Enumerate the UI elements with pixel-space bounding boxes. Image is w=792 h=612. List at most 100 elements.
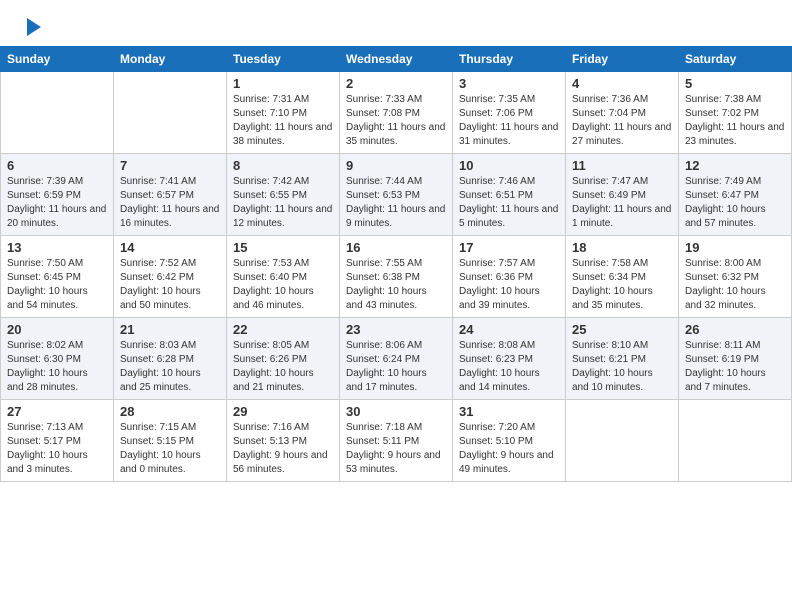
day-info: Sunrise: 8:10 AM Sunset: 6:21 PM Dayligh… bbox=[572, 339, 672, 395]
day-number: 15 bbox=[233, 240, 333, 255]
day-info: Sunrise: 8:06 AM Sunset: 6:24 PM Dayligh… bbox=[346, 339, 446, 395]
day-info: Sunrise: 7:42 AM Sunset: 6:55 PM Dayligh… bbox=[233, 175, 333, 231]
day-number: 5 bbox=[685, 76, 785, 91]
day-info: Sunrise: 7:38 AM Sunset: 7:02 PM Dayligh… bbox=[685, 93, 785, 149]
calendar-cell: 15 Sunrise: 7:53 AM Sunset: 6:40 PM Dayli… bbox=[227, 236, 340, 318]
day-info: Sunrise: 7:58 AM Sunset: 6:34 PM Dayligh… bbox=[572, 257, 672, 313]
day-info: Sunrise: 7:16 AM Sunset: 5:13 PM Dayligh… bbox=[233, 421, 333, 477]
day-info: Sunrise: 7:49 AM Sunset: 6:47 PM Dayligh… bbox=[685, 175, 785, 231]
calendar-cell: 5 Sunrise: 7:38 AM Sunset: 7:02 PM Daylig… bbox=[679, 72, 792, 154]
day-info: Sunrise: 7:50 AM Sunset: 6:45 PM Dayligh… bbox=[7, 257, 107, 313]
calendar-week-row: 20Sunrise: 8:02 AM Sunset: 6:30 PM Dayli… bbox=[1, 318, 792, 400]
day-info: Sunrise: 7:35 AM Sunset: 7:06 PM Dayligh… bbox=[459, 93, 559, 149]
calendar-cell: 30Sunrise: 7:18 AM Sunset: 5:11 PM Dayli… bbox=[340, 400, 453, 482]
calendar-cell: 6Sunrise: 7:39 AM Sunset: 6:59 PM Daylig… bbox=[1, 154, 114, 236]
day-number: 24 bbox=[459, 322, 559, 337]
calendar-cell: 1 Sunrise: 7:31 AM Sunset: 7:10 PM Daylig… bbox=[227, 72, 340, 154]
calendar-week-row: 1 Sunrise: 7:31 AM Sunset: 7:10 PM Daylig… bbox=[1, 72, 792, 154]
calendar-cell bbox=[1, 72, 114, 154]
day-info: Sunrise: 7:36 AM Sunset: 7:04 PM Dayligh… bbox=[572, 93, 672, 149]
page: SundayMondayTuesdayWednesdayThursdayFrid… bbox=[0, 0, 792, 612]
day-info: Sunrise: 8:00 AM Sunset: 6:32 PM Dayligh… bbox=[685, 257, 785, 313]
weekday-header: Saturday bbox=[679, 47, 792, 72]
day-number: 22 bbox=[233, 322, 333, 337]
calendar-cell: 27Sunrise: 7:13 AM Sunset: 5:17 PM Dayli… bbox=[1, 400, 114, 482]
calendar-week-row: 6Sunrise: 7:39 AM Sunset: 6:59 PM Daylig… bbox=[1, 154, 792, 236]
day-number: 2 bbox=[346, 76, 446, 91]
calendar-cell: 11Sunrise: 7:47 AM Sunset: 6:49 PM Dayli… bbox=[566, 154, 679, 236]
day-number: 9 bbox=[346, 158, 446, 173]
calendar-cell: 10 Sunrise: 7:46 AM Sunset: 6:51 PM Dayli… bbox=[453, 154, 566, 236]
day-number: 1 bbox=[233, 76, 333, 91]
day-info: Sunrise: 7:13 AM Sunset: 5:17 PM Dayligh… bbox=[7, 421, 107, 477]
day-number: 4 bbox=[572, 76, 672, 91]
calendar-cell: 7 Sunrise: 7:41 AM Sunset: 6:57 PM Daylig… bbox=[114, 154, 227, 236]
calendar-cell: 20Sunrise: 8:02 AM Sunset: 6:30 PM Dayli… bbox=[1, 318, 114, 400]
day-number: 26 bbox=[685, 322, 785, 337]
day-info: Sunrise: 7:41 AM Sunset: 6:57 PM Dayligh… bbox=[120, 175, 220, 231]
calendar-cell: 21 Sunrise: 8:03 AM Sunset: 6:28 PM Dayli… bbox=[114, 318, 227, 400]
day-number: 29 bbox=[233, 404, 333, 419]
logo-arrow-icon bbox=[23, 16, 45, 38]
calendar-cell: 14 Sunrise: 7:52 AM Sunset: 6:42 PM Dayli… bbox=[114, 236, 227, 318]
day-number: 30 bbox=[346, 404, 446, 419]
calendar-cell: 2 Sunrise: 7:33 AM Sunset: 7:08 PM Daylig… bbox=[340, 72, 453, 154]
header bbox=[0, 0, 792, 46]
day-number: 10 bbox=[459, 158, 559, 173]
day-info: Sunrise: 7:46 AM Sunset: 6:51 PM Dayligh… bbox=[459, 175, 559, 231]
day-info: Sunrise: 7:57 AM Sunset: 6:36 PM Dayligh… bbox=[459, 257, 559, 313]
day-number: 31 bbox=[459, 404, 559, 419]
calendar-cell bbox=[114, 72, 227, 154]
day-info: Sunrise: 7:44 AM Sunset: 6:53 PM Dayligh… bbox=[346, 175, 446, 231]
calendar-cell: 3 Sunrise: 7:35 AM Sunset: 7:06 PM Daylig… bbox=[453, 72, 566, 154]
day-number: 23 bbox=[346, 322, 446, 337]
calendar-cell: 18 Sunrise: 7:58 AM Sunset: 6:34 PM Dayli… bbox=[566, 236, 679, 318]
day-number: 7 bbox=[120, 158, 220, 173]
day-info: Sunrise: 7:52 AM Sunset: 6:42 PM Dayligh… bbox=[120, 257, 220, 313]
day-number: 3 bbox=[459, 76, 559, 91]
day-info: Sunrise: 7:47 AM Sunset: 6:49 PM Dayligh… bbox=[572, 175, 672, 231]
weekday-header: Monday bbox=[114, 47, 227, 72]
day-number: 8 bbox=[233, 158, 333, 173]
calendar-cell: 22Sunrise: 8:05 AM Sunset: 6:26 PM Dayli… bbox=[227, 318, 340, 400]
day-info: Sunrise: 7:33 AM Sunset: 7:08 PM Dayligh… bbox=[346, 93, 446, 149]
calendar-cell bbox=[679, 400, 792, 482]
day-info: Sunrise: 7:20 AM Sunset: 5:10 PM Dayligh… bbox=[459, 421, 559, 477]
calendar-cell: 17 Sunrise: 7:57 AM Sunset: 6:36 PM Dayli… bbox=[453, 236, 566, 318]
calendar-cell: 12 Sunrise: 7:49 AM Sunset: 6:47 PM Dayli… bbox=[679, 154, 792, 236]
calendar-cell: 9 Sunrise: 7:44 AM Sunset: 6:53 PM Daylig… bbox=[340, 154, 453, 236]
day-number: 28 bbox=[120, 404, 220, 419]
calendar-cell: 29 Sunrise: 7:16 AM Sunset: 5:13 PM Dayli… bbox=[227, 400, 340, 482]
logo bbox=[20, 16, 45, 38]
calendar-cell: 23 Sunrise: 8:06 AM Sunset: 6:24 PM Dayli… bbox=[340, 318, 453, 400]
day-info: Sunrise: 8:02 AM Sunset: 6:30 PM Dayligh… bbox=[7, 339, 107, 395]
weekday-header: Tuesday bbox=[227, 47, 340, 72]
day-number: 21 bbox=[120, 322, 220, 337]
calendar-header-row: SundayMondayTuesdayWednesdayThursdayFrid… bbox=[1, 47, 792, 72]
calendar-cell: 26Sunrise: 8:11 AM Sunset: 6:19 PM Dayli… bbox=[679, 318, 792, 400]
calendar-cell: 28 Sunrise: 7:15 AM Sunset: 5:15 PM Dayli… bbox=[114, 400, 227, 482]
day-number: 18 bbox=[572, 240, 672, 255]
calendar-cell: 24 Sunrise: 8:08 AM Sunset: 6:23 PM Dayli… bbox=[453, 318, 566, 400]
weekday-header: Thursday bbox=[453, 47, 566, 72]
day-number: 17 bbox=[459, 240, 559, 255]
day-info: Sunrise: 7:55 AM Sunset: 6:38 PM Dayligh… bbox=[346, 257, 446, 313]
calendar-cell: 25 Sunrise: 8:10 AM Sunset: 6:21 PM Dayli… bbox=[566, 318, 679, 400]
calendar-cell: 19Sunrise: 8:00 AM Sunset: 6:32 PM Dayli… bbox=[679, 236, 792, 318]
day-number: 25 bbox=[572, 322, 672, 337]
day-info: Sunrise: 7:15 AM Sunset: 5:15 PM Dayligh… bbox=[120, 421, 220, 477]
calendar-week-row: 13Sunrise: 7:50 AM Sunset: 6:45 PM Dayli… bbox=[1, 236, 792, 318]
calendar-cell: 31 Sunrise: 7:20 AM Sunset: 5:10 PM Dayli… bbox=[453, 400, 566, 482]
day-info: Sunrise: 8:03 AM Sunset: 6:28 PM Dayligh… bbox=[120, 339, 220, 395]
calendar-cell: 4 Sunrise: 7:36 AM Sunset: 7:04 PM Daylig… bbox=[566, 72, 679, 154]
day-number: 12 bbox=[685, 158, 785, 173]
weekday-header: Wednesday bbox=[340, 47, 453, 72]
weekday-header: Sunday bbox=[1, 47, 114, 72]
day-info: Sunrise: 7:31 AM Sunset: 7:10 PM Dayligh… bbox=[233, 93, 333, 149]
calendar-cell: 13Sunrise: 7:50 AM Sunset: 6:45 PM Dayli… bbox=[1, 236, 114, 318]
day-number: 14 bbox=[120, 240, 220, 255]
calendar-cell bbox=[566, 400, 679, 482]
calendar-table: SundayMondayTuesdayWednesdayThursdayFrid… bbox=[0, 46, 792, 482]
day-info: Sunrise: 8:08 AM Sunset: 6:23 PM Dayligh… bbox=[459, 339, 559, 395]
day-info: Sunrise: 7:53 AM Sunset: 6:40 PM Dayligh… bbox=[233, 257, 333, 313]
